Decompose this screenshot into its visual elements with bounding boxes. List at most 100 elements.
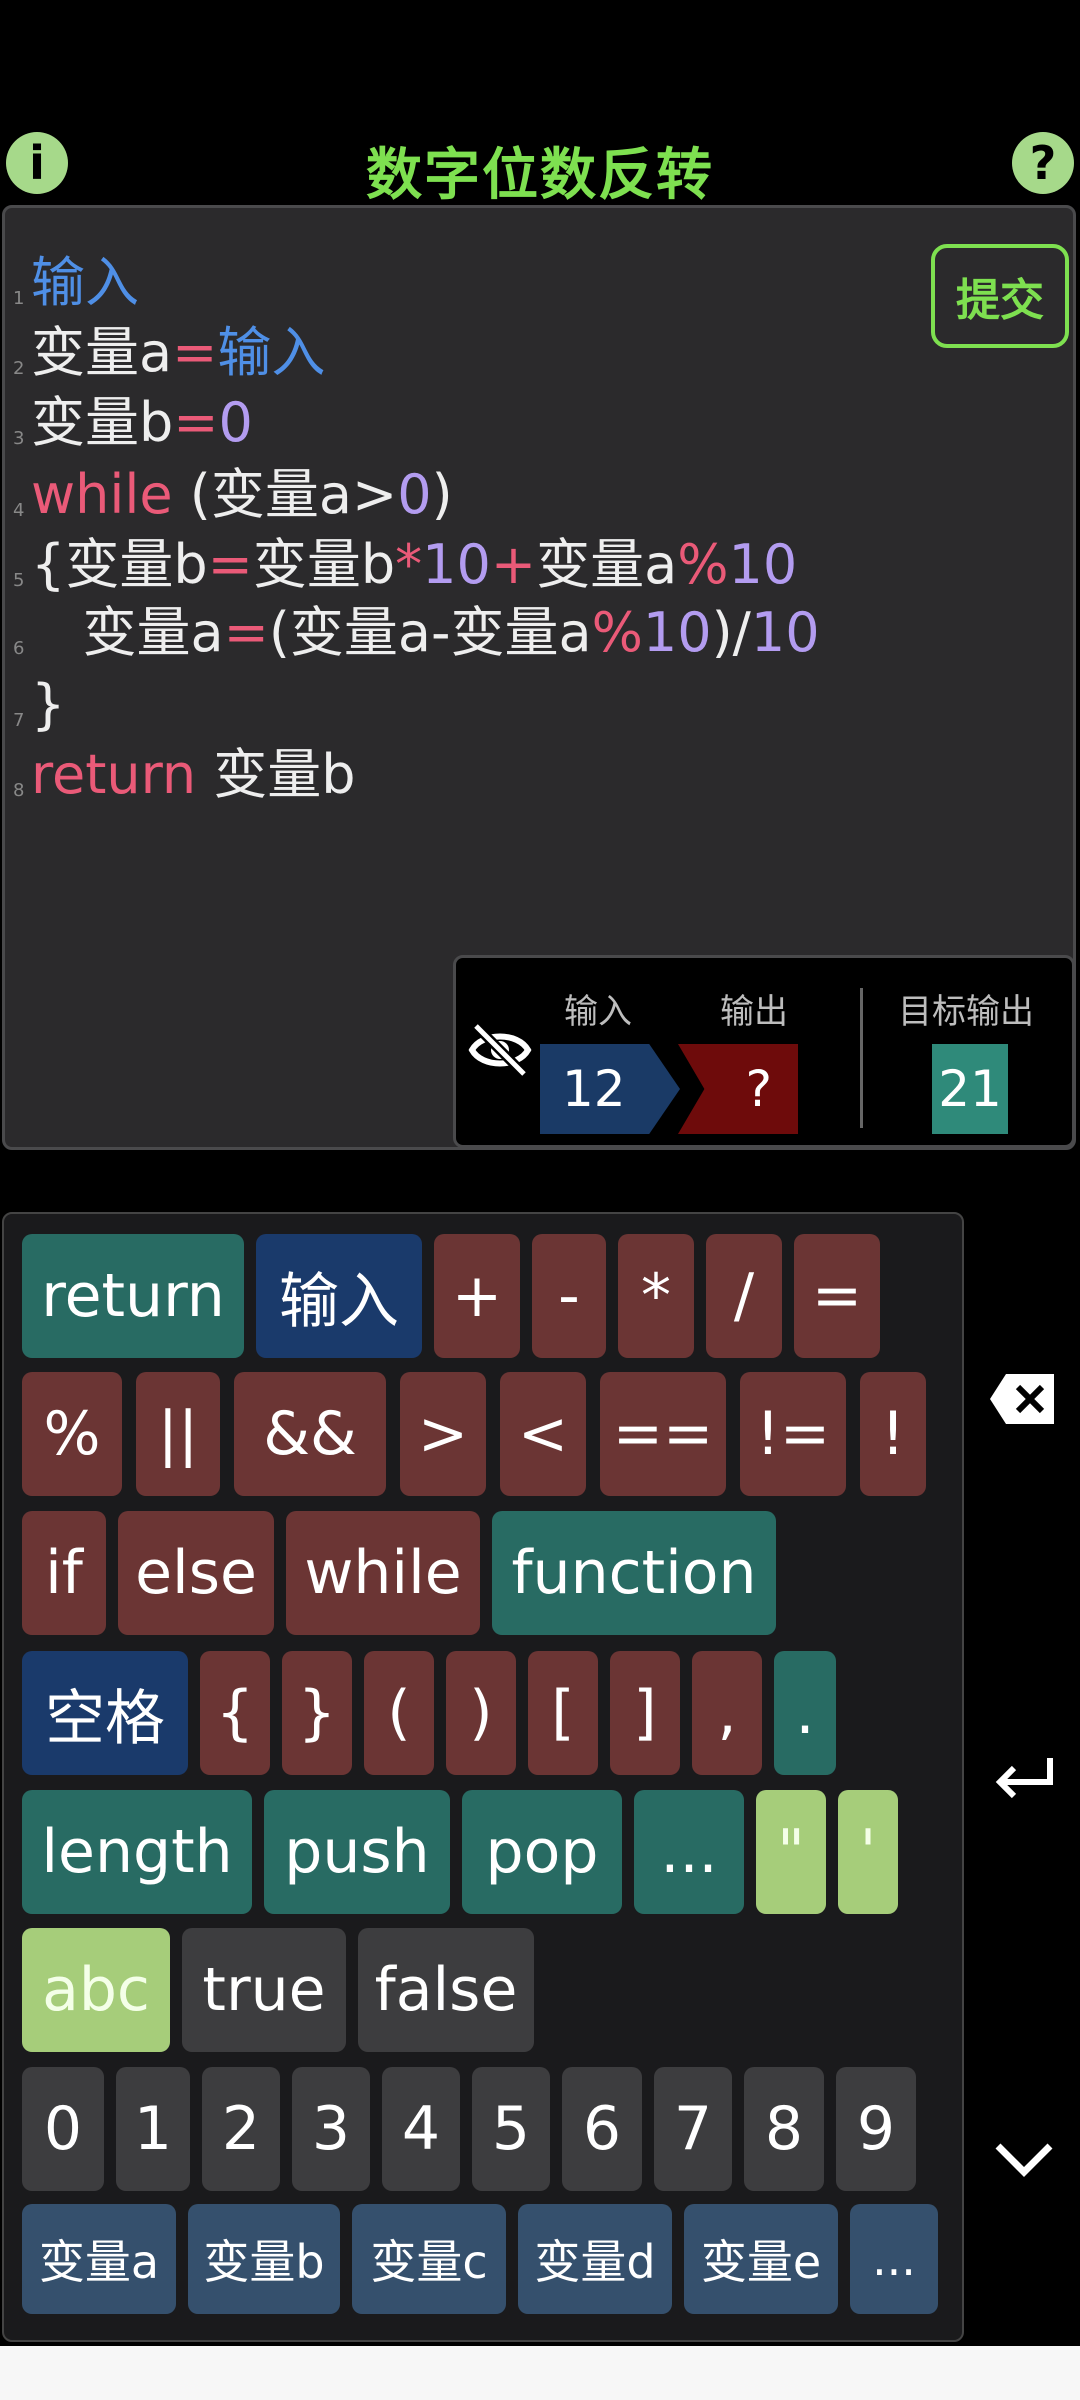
code-line[interactable]: 2 变量a=输入: [13, 318, 326, 388]
key-0-4[interactable]: *: [618, 1234, 694, 1358]
key-0-6[interactable]: =: [794, 1234, 880, 1358]
line-number: 2: [13, 358, 25, 379]
code-token: 输入: [217, 321, 326, 384]
code-token: 10: [728, 533, 798, 596]
key-1-1[interactable]: ||: [136, 1372, 220, 1496]
code-token: =: [173, 391, 219, 454]
target-output-label: 目标输出: [898, 992, 1034, 1032]
chevron-down-icon[interactable]: [992, 2138, 1056, 2182]
key-6-5[interactable]: 5: [472, 2067, 550, 2191]
code-token: return: [31, 743, 197, 806]
key-6-9[interactable]: 9: [836, 2067, 916, 2191]
key-0-0[interactable]: return: [22, 1234, 244, 1358]
key-1-0[interactable]: %: [22, 1372, 122, 1496]
key-1-6[interactable]: !=: [740, 1372, 846, 1496]
key-4-3[interactable]: ...: [634, 1790, 744, 1914]
key-4-5[interactable]: ': [838, 1790, 898, 1914]
key-6-3[interactable]: 3: [292, 2067, 370, 2191]
page-title: 数字位数反转: [366, 143, 714, 208]
key-6-0[interactable]: 0: [22, 2067, 104, 2191]
key-6-7[interactable]: 7: [654, 2067, 732, 2191]
code-token: 变量a: [536, 533, 678, 596]
key-3-6[interactable]: ]: [610, 1651, 680, 1775]
key-7-3[interactable]: 变量d: [518, 2204, 672, 2314]
key-3-8[interactable]: .: [774, 1651, 836, 1775]
key-5-2[interactable]: false: [358, 1928, 534, 2052]
key-4-2[interactable]: pop: [462, 1790, 622, 1914]
key-0-1[interactable]: 输入: [256, 1234, 422, 1358]
key-7-0[interactable]: 变量a: [22, 2204, 176, 2314]
code-token: 变量b: [196, 743, 356, 806]
key-0-2[interactable]: +: [434, 1234, 520, 1358]
key-6-2[interactable]: 2: [202, 2067, 280, 2191]
key-6-8[interactable]: 8: [744, 2067, 824, 2191]
key-1-2[interactable]: &&: [234, 1372, 386, 1496]
key-7-4[interactable]: 变量e: [684, 2204, 838, 2314]
key-1-4[interactable]: <: [500, 1372, 586, 1496]
key-1-7[interactable]: !: [860, 1372, 926, 1496]
key-6-4[interactable]: 4: [382, 2067, 460, 2191]
code-keyboard: return 输入 + - * / =% || && > < == !=! if else while func…: [2, 1212, 964, 2342]
key-3-7[interactable]: ,: [692, 1651, 762, 1775]
input-label: 输入: [564, 992, 632, 1032]
line-number: 1: [13, 288, 25, 309]
backspace-icon[interactable]: [988, 1372, 1058, 1426]
eye-off-icon[interactable]: [468, 1022, 532, 1078]
code-token: {变量b: [31, 533, 208, 596]
key-7-2[interactable]: 变量c: [352, 2204, 506, 2314]
line-number: 6: [13, 638, 25, 659]
code-token: 输入: [31, 251, 139, 314]
key-5-1[interactable]: true: [182, 1928, 346, 2052]
key-6-1[interactable]: 1: [116, 2067, 190, 2191]
code-token: *: [395, 533, 423, 596]
key-3-1[interactable]: {: [200, 1651, 270, 1775]
code-editor[interactable]: 1 输入 2 变量a=输入 3 变量b=0 4 while (变量a>0) 5 {变量b=变量b*…: [2, 205, 1076, 1150]
code-token: 变量b: [252, 533, 396, 596]
code-token: +: [490, 533, 537, 596]
key-2-0[interactable]: if: [22, 1511, 106, 1635]
code-token: }: [31, 673, 66, 736]
help-icon[interactable]: ?: [1012, 132, 1074, 194]
code-line[interactable]: 3 变量b=0: [13, 388, 253, 458]
code-line[interactable]: 1 输入: [13, 248, 139, 318]
key-2-1[interactable]: else: [118, 1511, 274, 1635]
key-2-3[interactable]: function: [492, 1511, 776, 1635]
code-token: 0: [218, 391, 253, 454]
line-number: 5: [13, 570, 25, 591]
key-7-1[interactable]: 变量b: [188, 2204, 340, 2314]
key-3-4[interactable]: ): [446, 1651, 516, 1775]
input-value: 12: [540, 1044, 680, 1134]
key-4-4[interactable]: ": [756, 1790, 826, 1914]
key-4-1[interactable]: push: [264, 1790, 450, 1914]
submit-button[interactable]: 提交: [931, 244, 1069, 348]
code-line[interactable]: 7}: [13, 670, 66, 740]
key-5-0[interactable]: abc: [22, 1928, 170, 2052]
code-line[interactable]: 4 while (变量a>0): [13, 460, 453, 530]
io-panel: 输入 输出 目标输出 12 ? 21: [453, 955, 1075, 1148]
enter-icon[interactable]: [992, 1752, 1056, 1800]
code-token: =: [172, 321, 218, 384]
code-token: 10: [642, 601, 712, 664]
code-line[interactable]: 6 变量a=(变量a-变量a%10)/10: [13, 598, 820, 668]
key-3-3[interactable]: (: [364, 1651, 434, 1775]
code-token: 变量b: [31, 391, 174, 454]
output-value: ?: [678, 1044, 798, 1134]
code-line[interactable]: 5 {变量b=变量b*10+变量a%10: [13, 530, 798, 600]
key-0-5[interactable]: /: [706, 1234, 782, 1358]
key-6-6[interactable]: 6: [562, 2067, 642, 2191]
key-0-3[interactable]: -: [532, 1234, 606, 1358]
key-3-5[interactable]: [: [528, 1651, 598, 1775]
code-line[interactable]: 8 return 变量b: [13, 740, 356, 810]
key-1-5[interactable]: ==: [600, 1372, 726, 1496]
key-7-5[interactable]: ...: [850, 2204, 938, 2314]
key-1-3[interactable]: >: [400, 1372, 486, 1496]
io-divider: [860, 988, 863, 1128]
key-4-0[interactable]: length: [22, 1790, 252, 1914]
system-navigation-bar: [0, 2346, 1080, 2400]
key-3-0[interactable]: 空格: [22, 1651, 188, 1775]
code-token: 0: [397, 463, 432, 526]
line-number: 7: [13, 710, 25, 731]
key-3-2[interactable]: }: [282, 1651, 352, 1775]
key-2-2[interactable]: while: [286, 1511, 480, 1635]
code-token: %: [677, 533, 729, 596]
